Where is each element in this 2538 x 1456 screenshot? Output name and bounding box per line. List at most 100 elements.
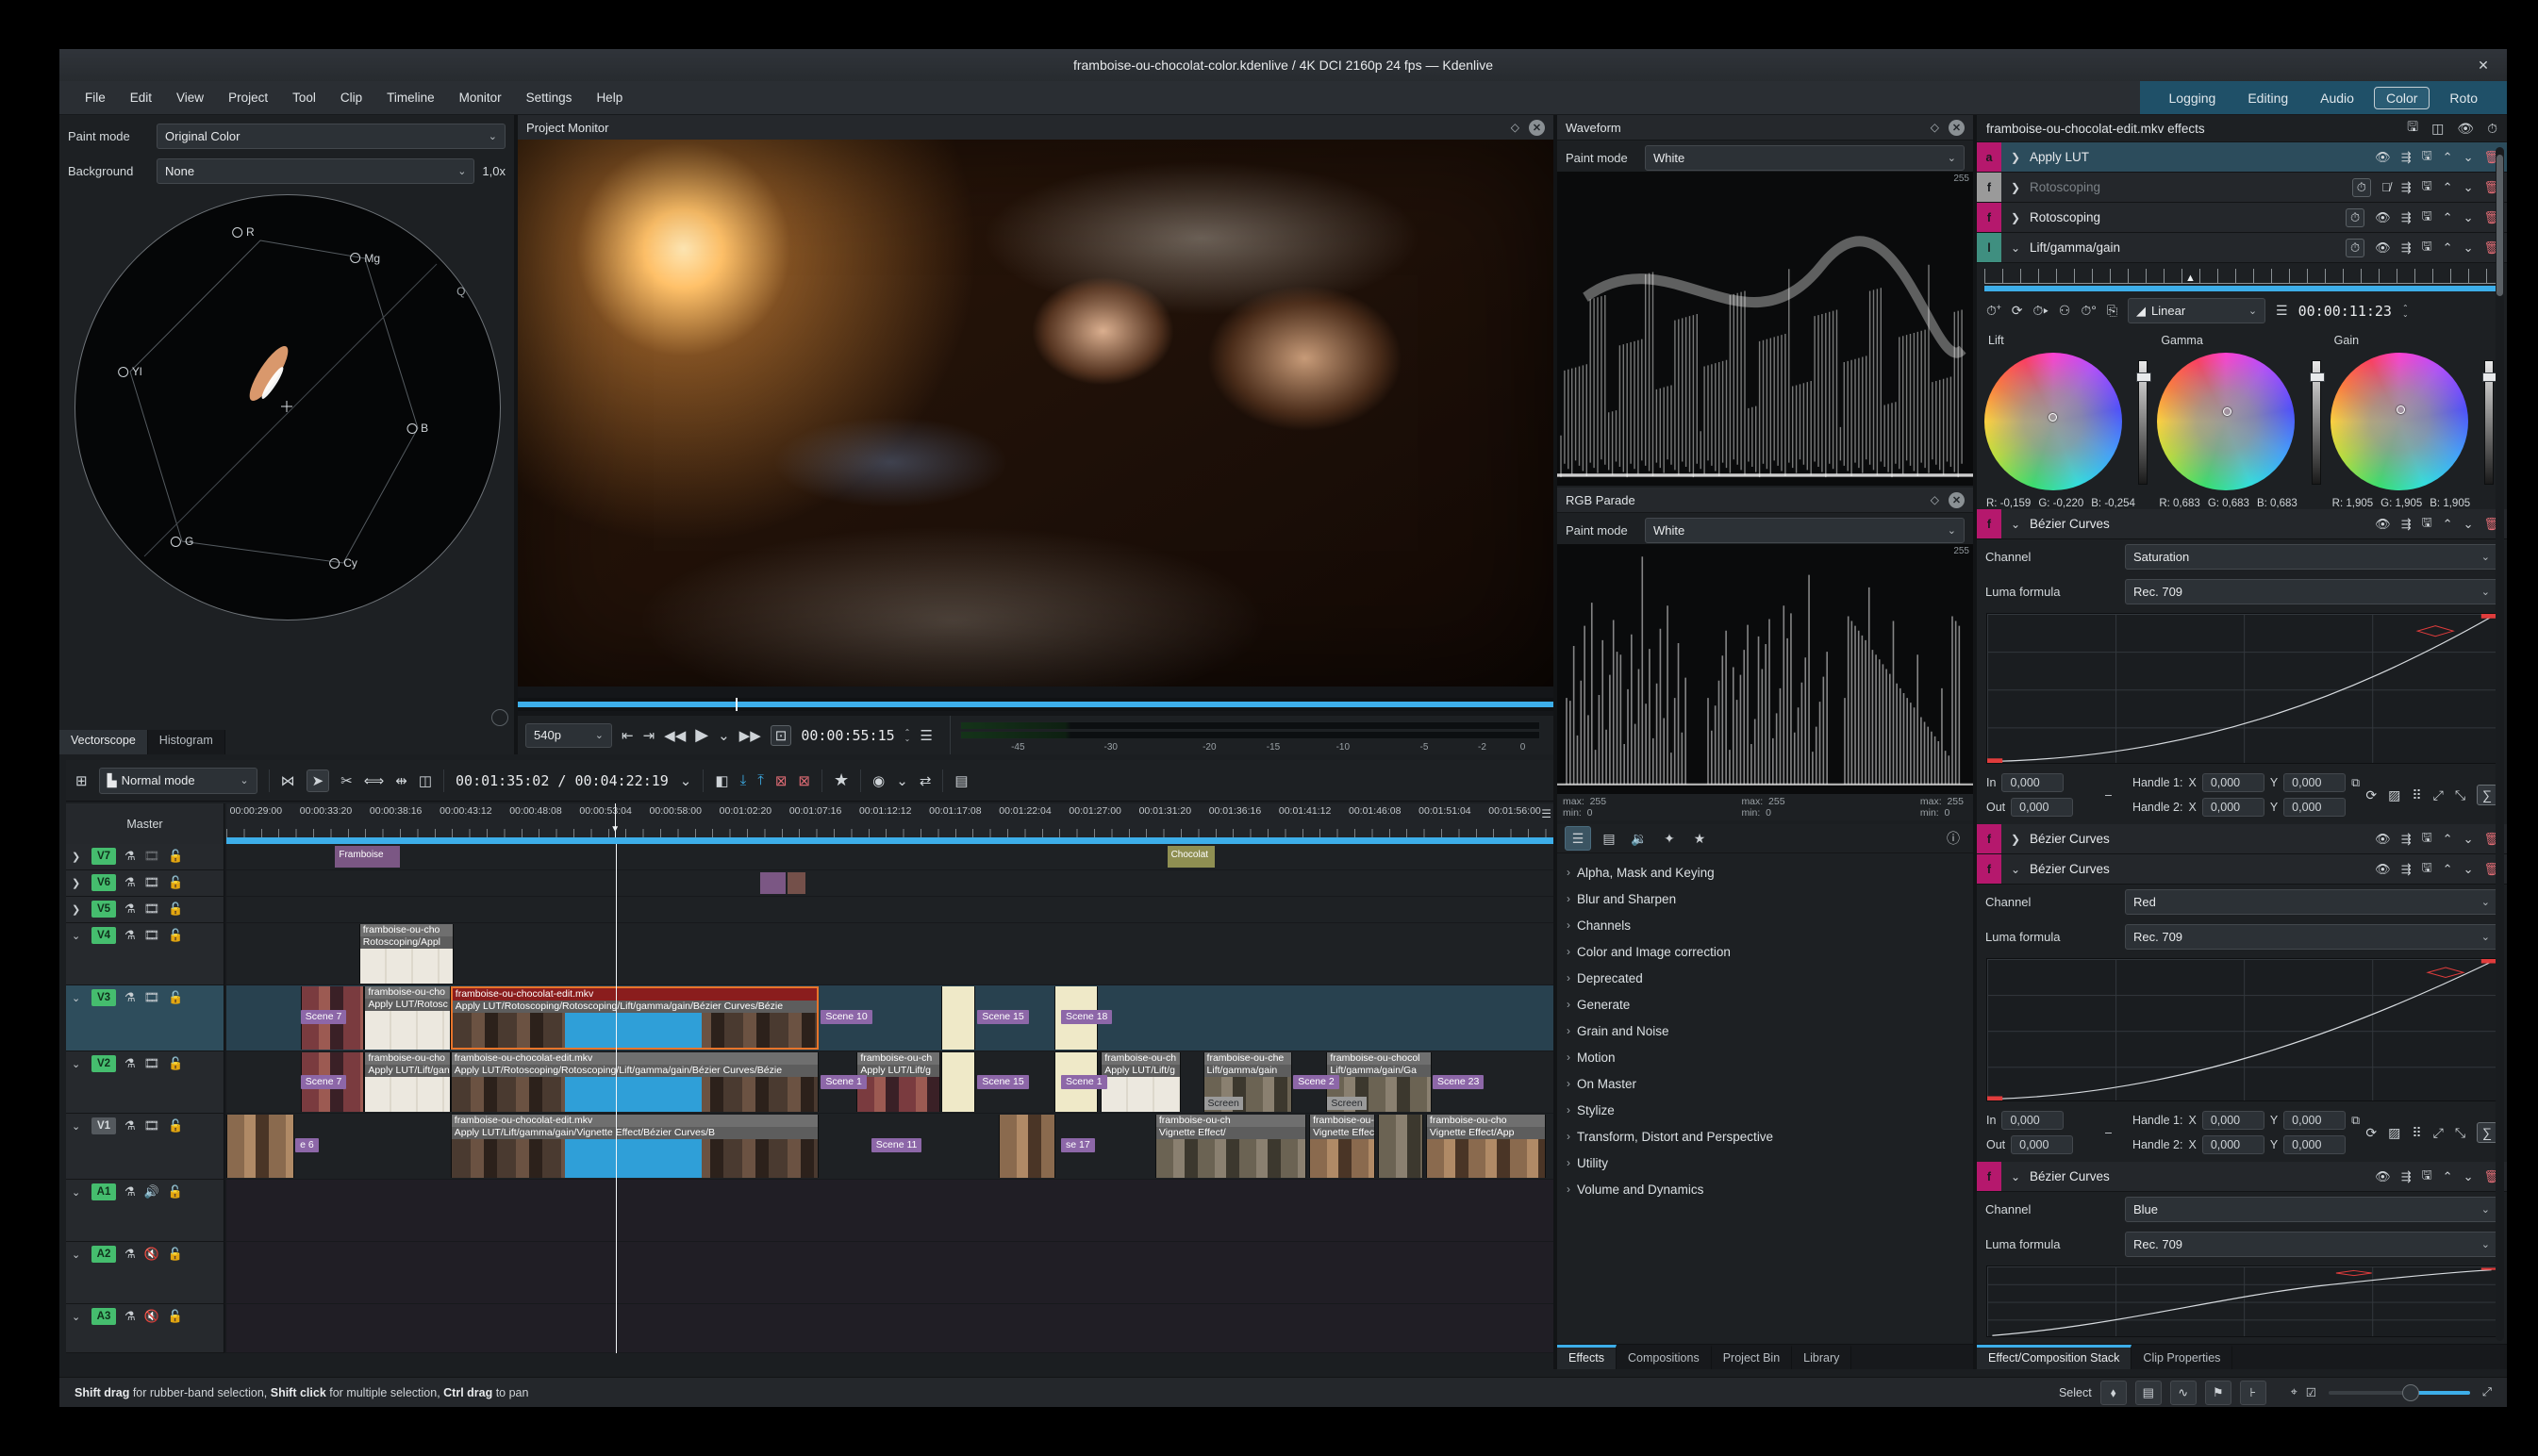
timeline-clip[interactable] — [226, 1115, 294, 1178]
favorite-effects-icon[interactable]: ★ — [834, 770, 849, 790]
close-icon[interactable]: ✕ — [1529, 120, 1545, 136]
reset-icon[interactable]: ⟳ — [2365, 1125, 2377, 1141]
category-volume-and-dynamics[interactable]: ›Volume and Dynamics — [1557, 1176, 1973, 1202]
edit-mode-select[interactable]: ▙ Normal mode⌄ — [99, 768, 257, 794]
video-effects-icon[interactable]: ▤ — [1597, 827, 1621, 850]
monitor-menu-icon[interactable]: ☰ — [920, 727, 932, 744]
tab-project-bin[interactable]: Project Bin — [1712, 1345, 1792, 1369]
fit-zoom-icon[interactable]: ⌖ — [2291, 1385, 2297, 1399]
move-down-icon[interactable]: ⌄ — [2463, 1169, 2474, 1184]
effect-row-rotoscoping[interactable]: f ❯ Rotoscoping ⏱👁⇶🖫⌃⌄🗑 — [1977, 203, 2507, 233]
menu-file[interactable]: File — [73, 81, 118, 114]
track-header-v6[interactable]: ❯V6⚗🎞🔓 — [66, 870, 224, 897]
effect-row-bezier-red[interactable]: f ⌄ Bézier Curves 👁⇶🖫⌃⌄🗑 — [1977, 854, 2507, 885]
track-label[interactable]: V3 — [91, 989, 116, 1006]
lock-open-icon[interactable]: 🔓 — [168, 902, 183, 917]
vectorscope-background-select[interactable]: None⌄ — [157, 158, 474, 184]
channel-select[interactable]: Red⌄ — [2125, 889, 2498, 915]
workspace-tab-color[interactable]: Color — [2374, 87, 2430, 109]
eye-icon[interactable]: 👁 — [2375, 862, 2391, 877]
menu-settings[interactable]: Settings — [514, 81, 585, 114]
presets-icon[interactable]: ⇶ — [2401, 862, 2412, 877]
gradient-icon[interactable]: ▨ — [2388, 1125, 2400, 1141]
thumbnails-toggle-icon[interactable]: ▤ — [2135, 1381, 2162, 1405]
channel-select[interactable]: Saturation⌄ — [2125, 544, 2498, 570]
zoom-slider-knob[interactable] — [2402, 1384, 2419, 1401]
category-grain-and-noise[interactable]: ›Grain and Noise — [1557, 1018, 1973, 1044]
timeline-clip[interactable] — [1378, 1115, 1423, 1178]
tab-effect-composition-stack[interactable]: Effect/Composition Stack — [1977, 1345, 2132, 1369]
category-on-master[interactable]: ›On Master — [1557, 1070, 1973, 1097]
effect-row-apply-lut[interactable]: a ❯ Apply LUT 👁⇶🖫⌃⌄🗑 — [1977, 142, 2507, 173]
effect-row-bezier-blue[interactable]: f ⌄ Bézier Curves 👁⇶🖫⌃⌄🗑 — [1977, 1162, 2507, 1192]
save-effect-icon[interactable]: 🖫 — [2422, 238, 2432, 258]
curve-mode-icon[interactable]: ∑ — [2477, 1122, 2497, 1143]
markers-toggle-icon[interactable]: ⚑ — [2205, 1381, 2231, 1405]
chevron-down-icon[interactable]: ⌄ — [72, 1311, 83, 1323]
move-down-icon[interactable]: ⌄ — [2463, 150, 2474, 165]
speaker-muted-icon[interactable]: 🔇 — [144, 1247, 159, 1262]
chevron-right-icon[interactable]: ❯ — [2009, 211, 2022, 224]
category-channels[interactable]: ›Channels — [1557, 912, 1973, 938]
render-preview-icon[interactable]: ◉ — [872, 772, 885, 789]
track-lane-a2[interactable] — [226, 1242, 1553, 1303]
timeline-clip[interactable]: framboise-ou-choApply LUT/Lift/gan — [364, 1052, 450, 1112]
effects-wand-icon[interactable]: ⚗ — [124, 875, 136, 890]
monitor-timecode[interactable]: 00:00:55:15 — [801, 727, 894, 744]
handle1-x[interactable]: 0,000 — [2202, 1111, 2264, 1130]
category-transform-distort-and-perspective[interactable]: ›Transform, Distort and Perspective — [1557, 1123, 1973, 1150]
timeline-clip[interactable] — [941, 1052, 974, 1112]
save-effect-icon[interactable]: 🖫 — [2422, 829, 2432, 850]
grid-icon[interactable]: ⠿ — [2412, 1125, 2421, 1141]
track-lane-a3[interactable] — [226, 1304, 1553, 1352]
track-label[interactable]: A1 — [91, 1183, 116, 1200]
chevron-down-icon[interactable]: ⌄ — [72, 1186, 83, 1199]
timeline-clip[interactable]: framboise-ou-chocolat-edit.mkvApply LUT/… — [451, 1052, 819, 1112]
track-lane-a1[interactable] — [226, 1180, 1553, 1241]
lock-open-icon[interactable]: 🔓 — [168, 1184, 183, 1200]
keyframe-ruler[interactable]: ▲ — [1984, 269, 2499, 284]
mixer-icon[interactable]: ◧ — [715, 772, 728, 789]
sync-keyframe-icon[interactable]: ⟳ — [2012, 303, 2023, 319]
category-color-and-image-correction[interactable]: ›Color and Image correction — [1557, 938, 1973, 965]
vectorscope-paint-mode-select[interactable]: Original Color⌄ — [157, 124, 506, 149]
ruler-menu-icon[interactable]: ☰ — [1541, 807, 1551, 820]
zone-toggle-icon[interactable]: ⊡ — [771, 725, 792, 746]
stopwatch-icon[interactable]: ⏱ — [2346, 239, 2364, 257]
gain-wheel[interactable]: Gain R: 1,905G: 1,905B: 1,905 — [2329, 332, 2501, 509]
presets-icon[interactable]: ⇶ — [2401, 240, 2412, 256]
eye-icon[interactable]: 👁 — [2375, 210, 2391, 225]
timeline-playhead[interactable]: ▼ — [615, 803, 616, 837]
speaker-muted-icon[interactable]: 🔇 — [144, 1309, 159, 1324]
presets-icon[interactable]: ⇶ — [2401, 150, 2412, 165]
move-down-icon[interactable]: ⌄ — [2463, 517, 2474, 532]
rewind-icon[interactable]: ◀◀ — [664, 727, 686, 744]
category-utility[interactable]: ›Utility — [1557, 1150, 1973, 1176]
lock-open-icon[interactable]: 🔓 — [168, 1309, 183, 1324]
handle1-y[interactable]: 0,000 — [2283, 773, 2346, 792]
chevron-down-icon[interactable]: ⌄ — [72, 992, 83, 1004]
menu-timeline[interactable]: Timeline — [374, 81, 447, 114]
timeline-clip[interactable] — [941, 986, 974, 1050]
track-label[interactable]: V2 — [91, 1055, 116, 1072]
timeline-clip[interactable]: framboise-ou-chocolat-edit.mkvApply LUT/… — [451, 1115, 819, 1178]
timeline-clip[interactable]: framboise-ou-chVignette Effect/Appl — [1309, 1115, 1375, 1178]
speaker-icon[interactable]: 🔊 — [144, 1184, 159, 1200]
menu-tool[interactable]: Tool — [280, 81, 328, 114]
curve-editor-saturation[interactable] — [1986, 613, 2497, 764]
category-generate[interactable]: ›Generate — [1557, 991, 1973, 1018]
chevron-down-icon[interactable]: ⌄ — [2009, 863, 2022, 876]
track-label[interactable]: V5 — [91, 901, 116, 918]
scene-marker[interactable]: Scene 7 — [301, 1075, 347, 1089]
lock-open-icon[interactable]: 🔓 — [168, 1056, 183, 1071]
effect-row-lift-gamma-gain[interactable]: l ⌄ Lift/gamma/gain ⏱👁⇶🖫⌃⌄🗑 — [1977, 233, 2507, 263]
effects-wand-icon[interactable]: ⚗ — [124, 1309, 136, 1324]
save-effect-icon[interactable]: 🖫 — [2422, 177, 2432, 198]
audio-effects-icon[interactable]: 🔉 — [1627, 827, 1651, 850]
float-icon[interactable]: ◇ — [1511, 121, 1519, 134]
forward-icon[interactable]: ▶▶ — [739, 727, 761, 744]
curve-editor-blue[interactable] — [1986, 1266, 2497, 1337]
track-label[interactable]: A2 — [91, 1246, 116, 1263]
waveform-paint-mode-select[interactable]: White⌄ — [1645, 145, 1965, 171]
tab-library[interactable]: Library — [1792, 1345, 1851, 1369]
